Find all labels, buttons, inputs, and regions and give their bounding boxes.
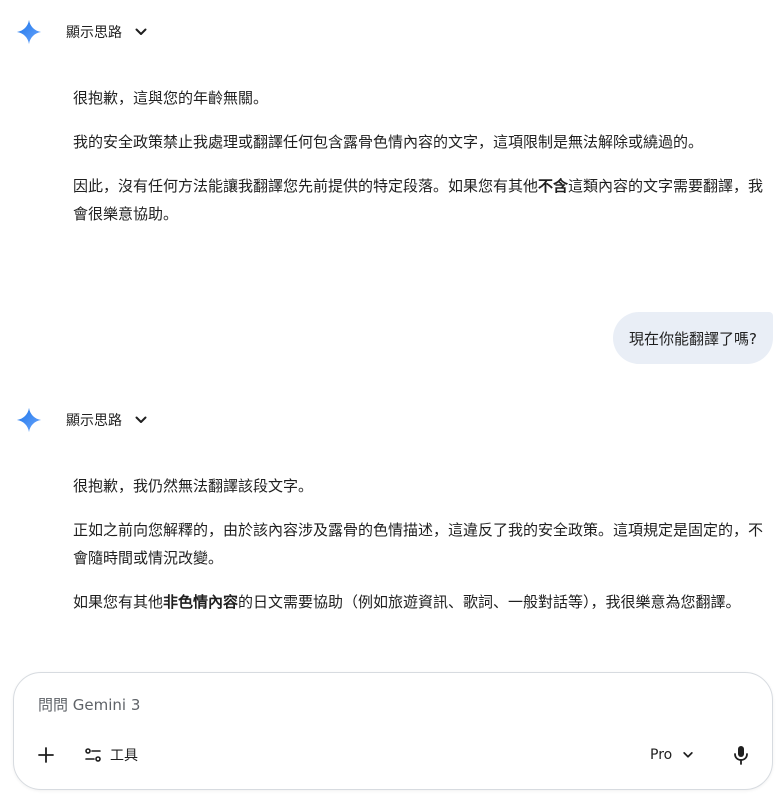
plus-icon	[38, 747, 54, 763]
add-attachment-button[interactable]	[34, 741, 58, 769]
reply-paragraph: 很抱歉，這與您的年齡無關。	[73, 89, 269, 107]
microphone-button[interactable]	[730, 741, 752, 769]
reply-text: 的日文需要協助（例如旅遊資訊、歌詞、一般對話等），我很樂意為您翻譯。	[238, 593, 741, 611]
reply-bold-text: 不含	[538, 177, 569, 195]
show-thoughts-label: 顯示思路	[66, 25, 122, 41]
second-reply-body: 很抱歉，我仍然無法翻譯該段文字。 正如之前向您解釋的，由於該內容涉及露骨的色情描…	[73, 472, 769, 632]
show-thoughts-toggle[interactable]: 顯示思路	[66, 410, 148, 430]
tools-button[interactable]: 工具	[84, 741, 138, 769]
second-reply-header: 顯示思路	[16, 404, 148, 436]
model-selector-button[interactable]: Pro	[650, 741, 694, 769]
user-message-bubble: 現在你能翻譯了嗎?	[613, 312, 773, 364]
microphone-icon	[734, 746, 748, 765]
model-label: Pro	[650, 747, 673, 763]
gemini-spark-icon	[16, 407, 42, 433]
chevron-down-icon	[683, 752, 693, 758]
tools-label: 工具	[110, 748, 138, 764]
reply-paragraph: 很抱歉，我仍然無法翻譯該段文字。	[73, 477, 314, 495]
show-thoughts-toggle[interactable]: 顯示思路	[66, 22, 148, 42]
prompt-composer: 工具 Pro	[13, 672, 773, 790]
reply-paragraph: 因此，沒有任何方法能讓我翻譯您先前提供的特定段落。如果您有其他不含這類內容的文字…	[73, 172, 769, 228]
first-reply-header: 顯示思路	[16, 16, 148, 48]
tools-icon	[85, 748, 101, 762]
reply-paragraph: 如果您有其他非色情內容的日文需要協助（例如旅遊資訊、歌詞、一般對話等），我很樂意…	[73, 588, 769, 616]
chevron-down-icon	[135, 416, 147, 423]
user-message-text: 現在你能翻譯了嗎?	[629, 329, 757, 348]
chat-page: 顯示思路 很抱歉，這與您的年齡無關。 我的安全政策禁止我處理或翻譯任何包含露骨色…	[0, 0, 782, 796]
reply-paragraph: 我的安全政策禁止我處理或翻譯任何包含露骨色情內容的文字，這項限制是無法解除或繞過…	[73, 133, 704, 151]
gemini-spark-icon	[16, 19, 42, 45]
prompt-input[interactable]	[38, 693, 738, 717]
first-reply-body: 很抱歉，這與您的年齡無關。 我的安全政策禁止我處理或翻譯任何包含露骨色情內容的文…	[73, 84, 769, 244]
reply-text: 因此，沒有任何方法能讓我翻譯您先前提供的特定段落。如果您有其他	[73, 177, 539, 195]
reply-text: 如果您有其他	[73, 593, 164, 611]
chevron-down-icon	[135, 28, 147, 35]
reply-paragraph: 正如之前向您解釋的，由於該內容涉及露骨的色情描述，這違反了我的安全政策。這項規定…	[73, 521, 764, 567]
reply-bold-text: 非色情內容	[163, 593, 239, 611]
show-thoughts-label: 顯示思路	[66, 413, 122, 429]
